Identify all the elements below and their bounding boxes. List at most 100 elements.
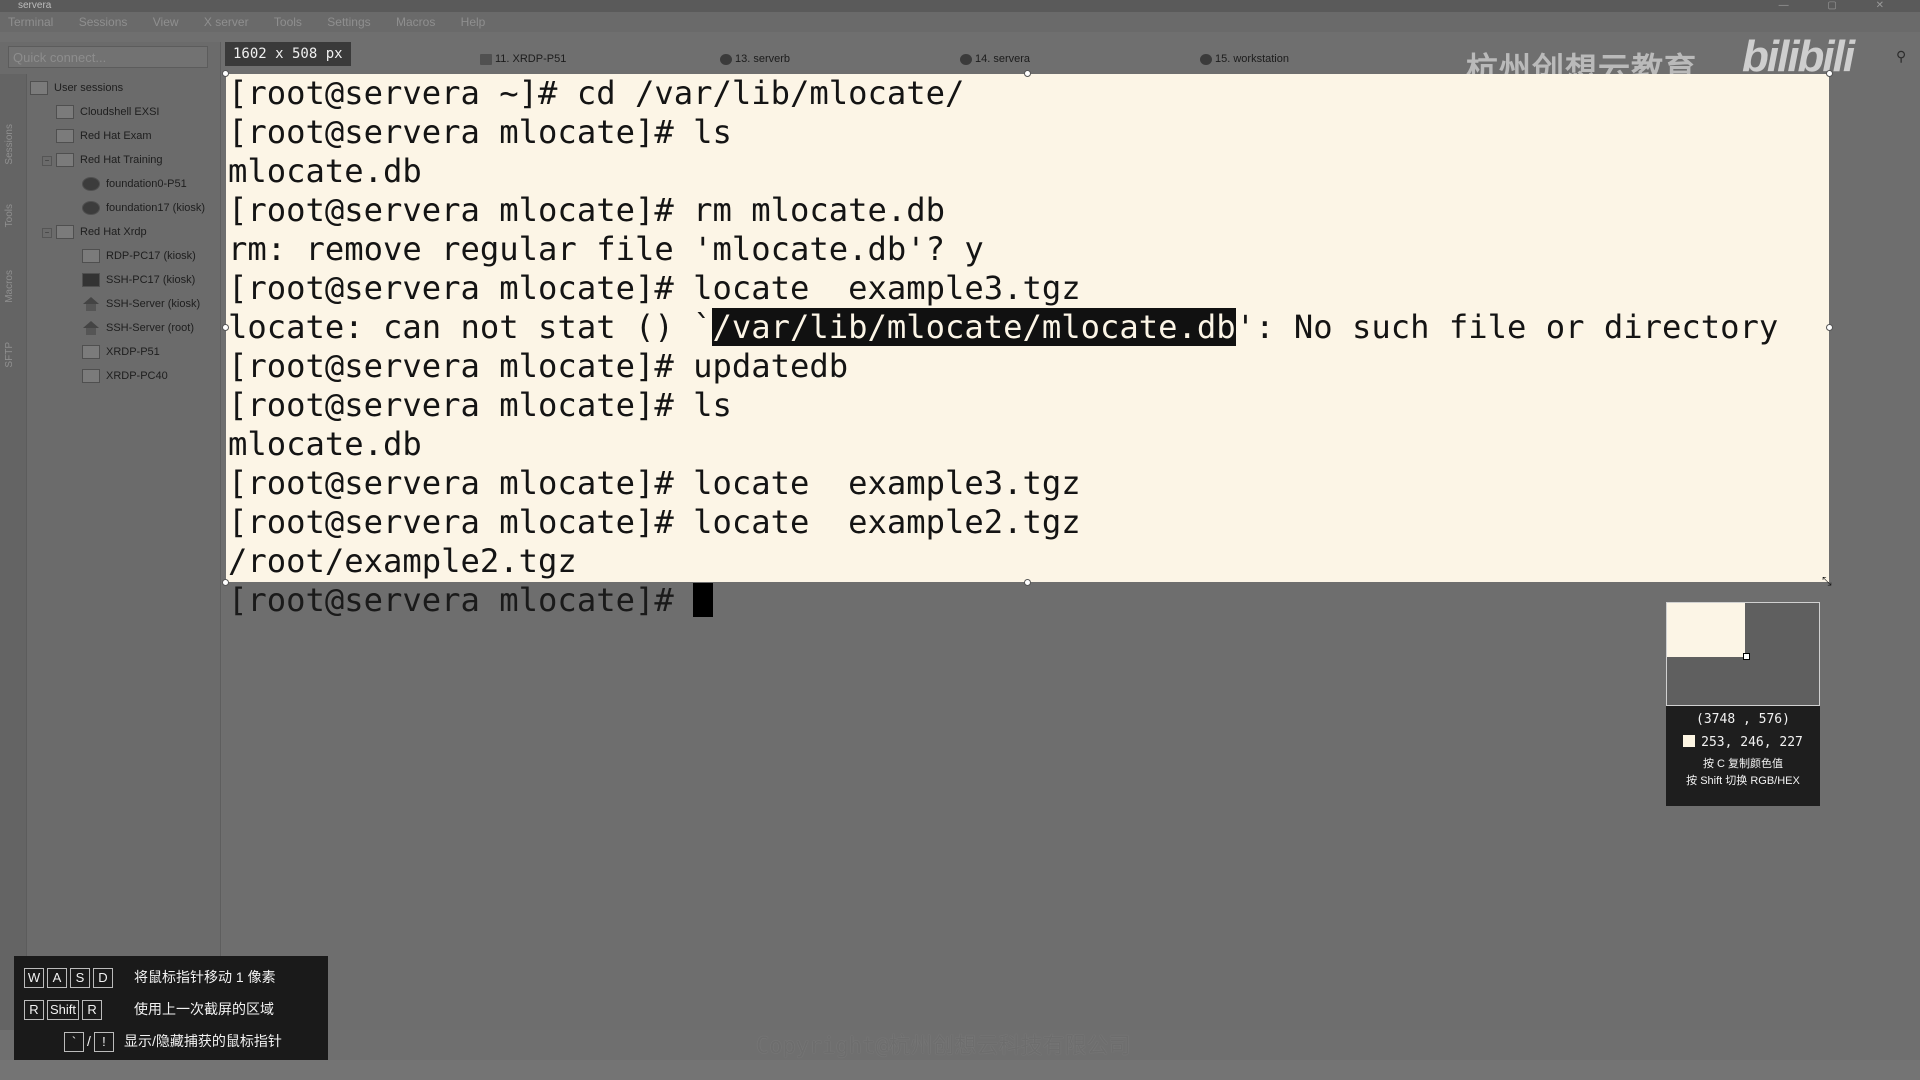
menu-help[interactable]: Help (461, 12, 486, 32)
session-red-hat-exam[interactable]: Red Hat Exam (56, 126, 152, 146)
collapse-icon[interactable]: − (42, 228, 52, 238)
session-label: Red Hat Xrdp (80, 226, 147, 238)
key-a: A (47, 968, 67, 989)
session-xrdp-p51[interactable]: XRDP-P51 (82, 342, 160, 362)
key-backtick: ` (64, 1032, 84, 1053)
menu-tools[interactable]: Tools (274, 12, 302, 32)
terminal-line: rm: remove regular file 'mlocate.db'? y (228, 230, 984, 268)
cursor-coordinates: (3748 , 576) (1696, 712, 1790, 727)
session-label: User sessions (54, 82, 124, 94)
key-d: D (93, 968, 113, 989)
side-tab-sessions[interactable]: Sessions (4, 124, 15, 165)
terminal-text: locate: can not stat () ` (228, 308, 713, 346)
collapse-icon[interactable]: − (42, 156, 52, 166)
xrdp-monitor-icon (82, 369, 100, 384)
terminal-prompt-line[interactable]: [root@servera mlocate]# (228, 581, 714, 620)
terminal-line: /root/example2.tgz (228, 542, 577, 580)
key-shift: Shift (47, 1000, 80, 1021)
side-tab-tools[interactable]: Tools (4, 204, 15, 227)
session-label: SSH-Server (root) (106, 322, 195, 334)
session-red-hat-xrdp[interactable]: − Red Hat Xrdp (42, 222, 147, 242)
menu-macros[interactable]: Macros (396, 12, 435, 32)
terminal-line: [root@servera mlocate]# ls (228, 386, 732, 424)
menu-settings[interactable]: Settings (327, 12, 370, 32)
tab-label: 11. XRDP-P51 (495, 53, 567, 65)
terminal-line: mlocate.db (228, 425, 422, 463)
xrdp-session-icon (82, 201, 100, 216)
quick-connect-input[interactable]: Quick connect... (8, 46, 208, 68)
key-separator: / (87, 1033, 91, 1049)
selection-handle-top-right[interactable] (1826, 70, 1833, 77)
session-label: SSH-Server (kiosk) (106, 298, 201, 310)
xrdp-monitor-icon (82, 345, 100, 360)
magnified-selection (1667, 603, 1745, 657)
side-tab-strip: Sessions Tools Macros SFTP (0, 74, 27, 1030)
tab-servera[interactable]: 14. servera (960, 52, 1030, 66)
key-r: R (24, 1000, 44, 1021)
tab-label: 13. serverb (735, 53, 791, 65)
terminal-line: [root@servera mlocate]# locate example3.… (228, 269, 1081, 307)
session-cloudshell-exsi[interactable]: Cloudshell EXSI (56, 102, 160, 122)
window-title: servera (18, 0, 52, 11)
selection-handle-top[interactable] (1024, 70, 1031, 77)
copyright-watermark: Copyright@杭州创想云科技有限公司 (756, 1034, 1131, 1059)
terminal-line: [root@servera ~]# cd /var/lib/mlocate/ (228, 74, 965, 112)
magnifier-preview (1666, 602, 1820, 706)
xrdp-tab-icon (480, 53, 492, 65)
selection-handle-bottom[interactable] (1024, 579, 1031, 586)
tab-xrdp-p51[interactable]: 11. XRDP-P51 (480, 52, 566, 66)
terminal-tab-icon (720, 53, 732, 65)
session-ssh-pc17-kiosk[interactable]: SSH-PC17 (kiosk) (82, 270, 195, 290)
menu-sessions[interactable]: Sessions (79, 12, 128, 32)
session-red-hat-training[interactable]: − Red Hat Training (42, 150, 163, 170)
key-r: R (82, 1000, 103, 1021)
session-label: Red Hat Training (80, 154, 163, 166)
rdp-monitor-icon (82, 249, 100, 264)
session-foundation17-kiosk[interactable]: foundation17 (kiosk) (82, 198, 205, 218)
toggle-format-hint: 按 Shift 切换 RGB/HEX (1686, 775, 1800, 787)
status-bar (0, 1060, 1920, 1080)
menu-x-server[interactable]: X server (204, 12, 249, 32)
terminal-line-error: locate: can not stat () `/var/lib/mlocat… (228, 308, 1778, 347)
tab-label: 14. servera (975, 53, 1031, 65)
hint-text: 使用上一次截屏的区域 (134, 1001, 274, 1017)
session-ssh-server-kiosk[interactable]: SSH-Server (kiosk) (82, 294, 200, 314)
attach-icon[interactable]: ⚲ (1896, 48, 1906, 64)
window-controls[interactable]: — ▢ ✕ (1779, 0, 1902, 12)
session-xrdp-pc40[interactable]: XRDP-PC40 (82, 366, 168, 386)
magnifier-crosshair (1743, 653, 1750, 660)
terminal-line: mlocate.db (228, 152, 422, 190)
menu-view[interactable]: View (153, 12, 179, 32)
folder-icon (56, 105, 74, 120)
tab-workstation[interactable]: 15. workstation (1200, 52, 1289, 66)
rgb-value: 253, 246, 227 (1701, 735, 1803, 750)
xrdp-session-icon (82, 177, 100, 192)
hint-row-move: WASD 将鼠标指针移动 1 像素 (24, 966, 276, 989)
selection-handle-right[interactable] (1826, 324, 1833, 331)
session-user-sessions[interactable]: User sessions (30, 78, 123, 98)
menu-terminal[interactable]: Terminal (8, 12, 53, 32)
side-tab-macros[interactable]: Macros (4, 270, 15, 303)
selection-size-badge: 1602 x 508 px (225, 42, 351, 66)
highlighted-path: /var/lib/mlocate/mlocate.db (712, 308, 1236, 346)
session-rdp-pc17-kiosk[interactable]: RDP-PC17 (kiosk) (82, 246, 196, 266)
session-label: RDP-PC17 (kiosk) (106, 250, 196, 262)
session-label: foundation0-P51 (106, 178, 187, 190)
side-tab-sftp[interactable]: SFTP (4, 342, 15, 368)
session-label: XRDP-P51 (106, 346, 160, 358)
session-ssh-server-root[interactable]: SSH-Server (root) (82, 318, 194, 338)
tab-serverb[interactable]: 13. serverb (720, 52, 790, 66)
key-w: W (24, 968, 44, 989)
session-label: XRDP-PC40 (106, 370, 168, 382)
session-foundation0-p51[interactable]: foundation0-P51 (82, 174, 187, 194)
terminal-line: [root@servera mlocate]# locate example3.… (228, 464, 1081, 502)
keyboard-hints-panel: WASD 将鼠标指针移动 1 像素 R Shift R 使用上一次截屏的区域 ` /!… (14, 956, 328, 1066)
session-label: Cloudshell EXSI (80, 106, 160, 118)
terminal-tab-icon (960, 53, 972, 65)
color-hints: 按 C 复制颜色值 按 Shift 切换 RGB/HEX (1666, 756, 1820, 790)
terminal-line: [root@servera mlocate]# updatedb (228, 347, 849, 385)
folder-icon (56, 225, 74, 240)
session-label: Red Hat Exam (80, 130, 152, 142)
terminal-line: [root@servera mlocate]# locate example2.… (228, 503, 1081, 541)
terminal-tab-icon (1200, 53, 1212, 65)
